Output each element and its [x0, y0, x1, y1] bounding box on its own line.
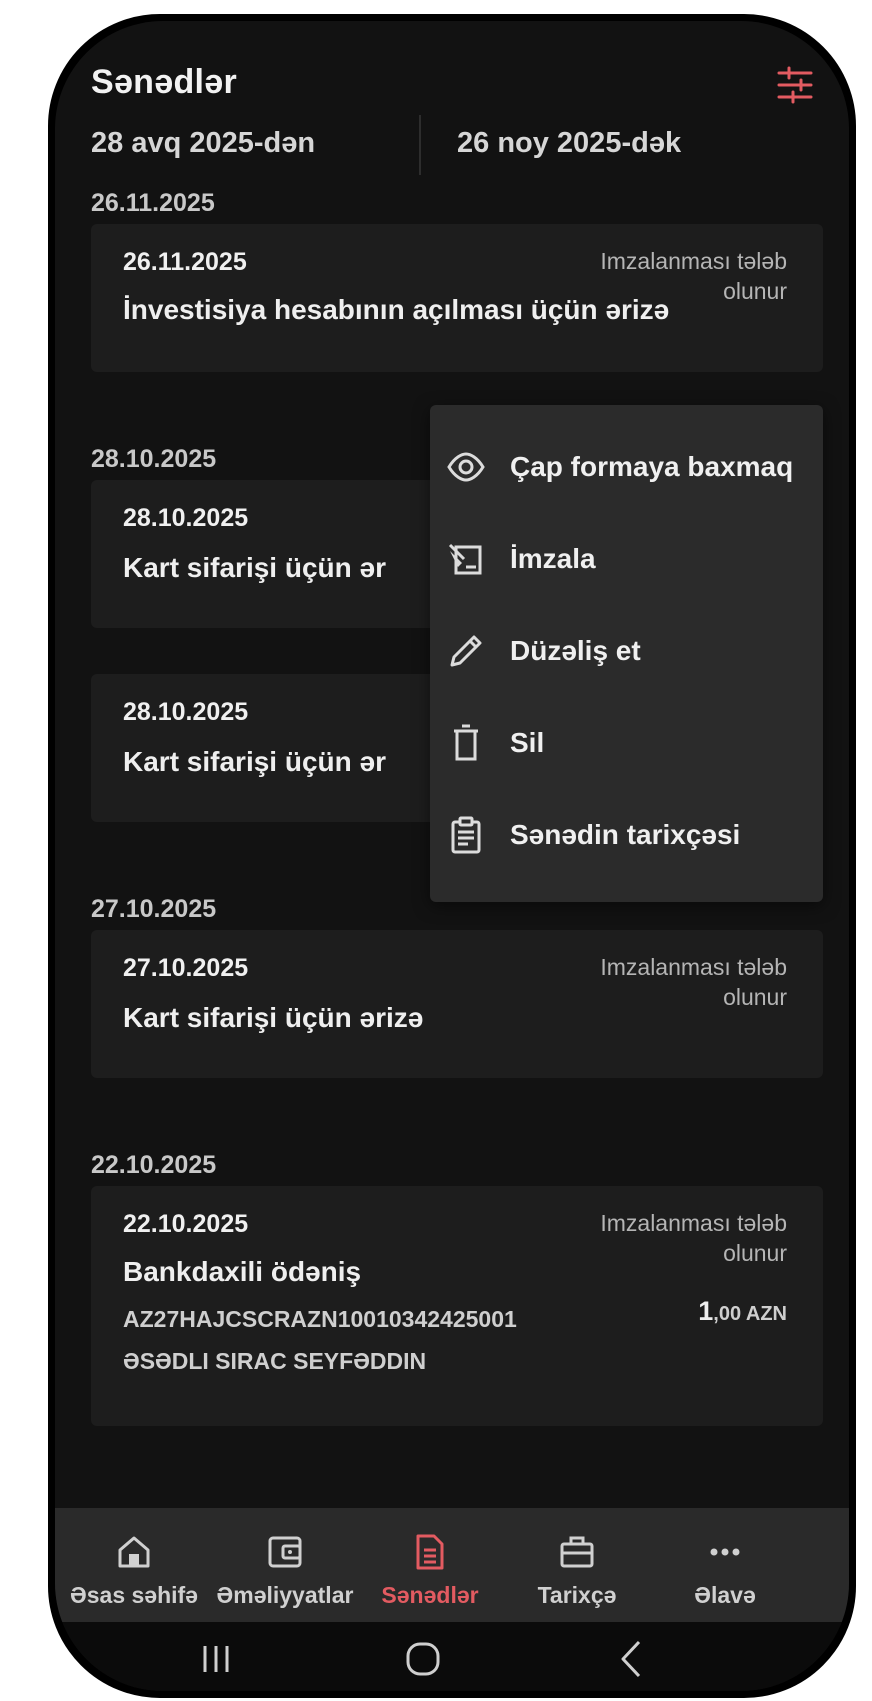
card-status: Imzalanması tələb olunur: [600, 1210, 787, 1266]
back-icon[interactable]: [607, 1634, 657, 1684]
system-navigation-bar: [55, 1622, 849, 1691]
group-date-header: 22.10.2025: [91, 1151, 217, 1179]
amount-decimal-currency: ,00 AZN: [713, 1303, 787, 1325]
card-date: 27.10.2025: [123, 954, 249, 982]
date-range-selector: 28 avq 2025-dən 26 noy 2025-dək: [55, 109, 849, 177]
recent-apps-icon[interactable]: [191, 1634, 241, 1684]
filter-icon[interactable]: [775, 65, 815, 105]
card-title: İnvestisiya hesabının açılması üçün əriz…: [123, 294, 670, 325]
card-date: 22.10.2025: [123, 1210, 249, 1238]
card-title: Kart sifarişi üçün ər: [123, 552, 386, 583]
bottom-navigation: Əsas səhifə Əməliyyatlar Sənədlər Tarixç…: [55, 1508, 849, 1622]
nav-item-history[interactable]: Tarixçə: [517, 1508, 637, 1622]
card-date: 28.10.2025: [123, 504, 249, 532]
card-title: Bankdaxili ödəniş: [123, 1256, 362, 1287]
card-date: 28.10.2025: [123, 698, 249, 726]
wallet-icon: [268, 1536, 302, 1568]
phone-frame: Sənədlər 28 avq 2025-dən 26 noy 2025-dək…: [48, 14, 856, 1698]
date-from-field[interactable]: 28 avq 2025-dən: [91, 127, 315, 160]
card-beneficiary-name: ƏSƏDLI SIRAC SEYFƏDDIN: [123, 1348, 427, 1374]
amount-integer: 1: [698, 1296, 714, 1326]
more-icon: [710, 1548, 740, 1556]
menu-item-history[interactable]: Sənədin tarixçəsi: [430, 785, 823, 885]
card-date: 26.11.2025: [123, 248, 247, 276]
document-icon: [416, 1534, 444, 1570]
menu-item-edit[interactable]: Düzəliş et: [430, 601, 823, 701]
trash-icon: [454, 724, 478, 761]
menu-item-delete[interactable]: Sil: [430, 693, 823, 793]
card-account-number: AZ27HAJCSCRAZN10010342425001: [123, 1306, 517, 1332]
document-card[interactable]: 22.10.2025 Imzalanması tələb olunur Bank…: [91, 1186, 823, 1426]
nav-label: Əməliyyatlar: [216, 1582, 354, 1608]
nav-item-more[interactable]: Əlavə: [665, 1508, 785, 1622]
menu-item-label: Sənədin tarixçəsi: [510, 819, 741, 850]
menu-item-sign[interactable]: İmzala: [430, 509, 823, 609]
nav-item-documents[interactable]: Sənədlər: [370, 1508, 490, 1622]
document-card[interactable]: 27.10.2025 Imzalanması tələb olunur Kart…: [91, 930, 823, 1078]
menu-item-label: İmzala: [510, 543, 596, 574]
date-range-divider: [419, 115, 421, 175]
menu-item-print-preview[interactable]: Çap formaya baxmaq: [430, 417, 823, 517]
menu-item-label: Düzəliş et: [510, 635, 641, 666]
menu-item-label: Sil: [510, 727, 545, 758]
context-menu: Çap formaya baxmaq İmzala Düzəliş et Sil…: [430, 405, 823, 902]
nav-item-operations[interactable]: Əməliyyatlar: [215, 1508, 355, 1622]
header: Sənədlər: [91, 51, 849, 111]
briefcase-icon: [560, 1536, 594, 1568]
home-circle-icon[interactable]: [398, 1634, 448, 1684]
nav-label: Sənədlər: [381, 1582, 479, 1608]
card-status: Imzalanması tələb olunur: [600, 954, 787, 1010]
sign-icon: [448, 543, 482, 575]
date-to-field[interactable]: 26 noy 2025-dək: [457, 127, 681, 160]
document-card[interactable]: 26.11.2025 Imzalanması tələb olunur İnve…: [91, 224, 823, 372]
eye-icon: [447, 452, 485, 482]
group-date-header: 27.10.2025: [91, 895, 217, 923]
clipboard-icon: [451, 816, 481, 854]
card-title: Kart sifarişi üçün ər: [123, 746, 386, 777]
card-title: Kart sifarişi üçün ərizə: [123, 1002, 424, 1033]
group-date-header: 26.11.2025: [91, 189, 215, 217]
nav-label: Əlavə: [694, 1582, 756, 1608]
nav-label: Tarixçə: [537, 1582, 617, 1608]
app-screen: Sənədlər 28 avq 2025-dən 26 noy 2025-dək…: [55, 21, 849, 1691]
nav-item-home[interactable]: Əsas səhifə: [69, 1508, 199, 1622]
card-amount: 1,00 AZN: [698, 1296, 787, 1327]
home-icon: [118, 1536, 150, 1568]
pencil-icon: [450, 635, 482, 667]
menu-item-label: Çap formaya baxmaq: [510, 451, 794, 482]
page-title: Sənədlər: [91, 63, 238, 101]
group-date-header: 28.10.2025: [91, 445, 217, 473]
